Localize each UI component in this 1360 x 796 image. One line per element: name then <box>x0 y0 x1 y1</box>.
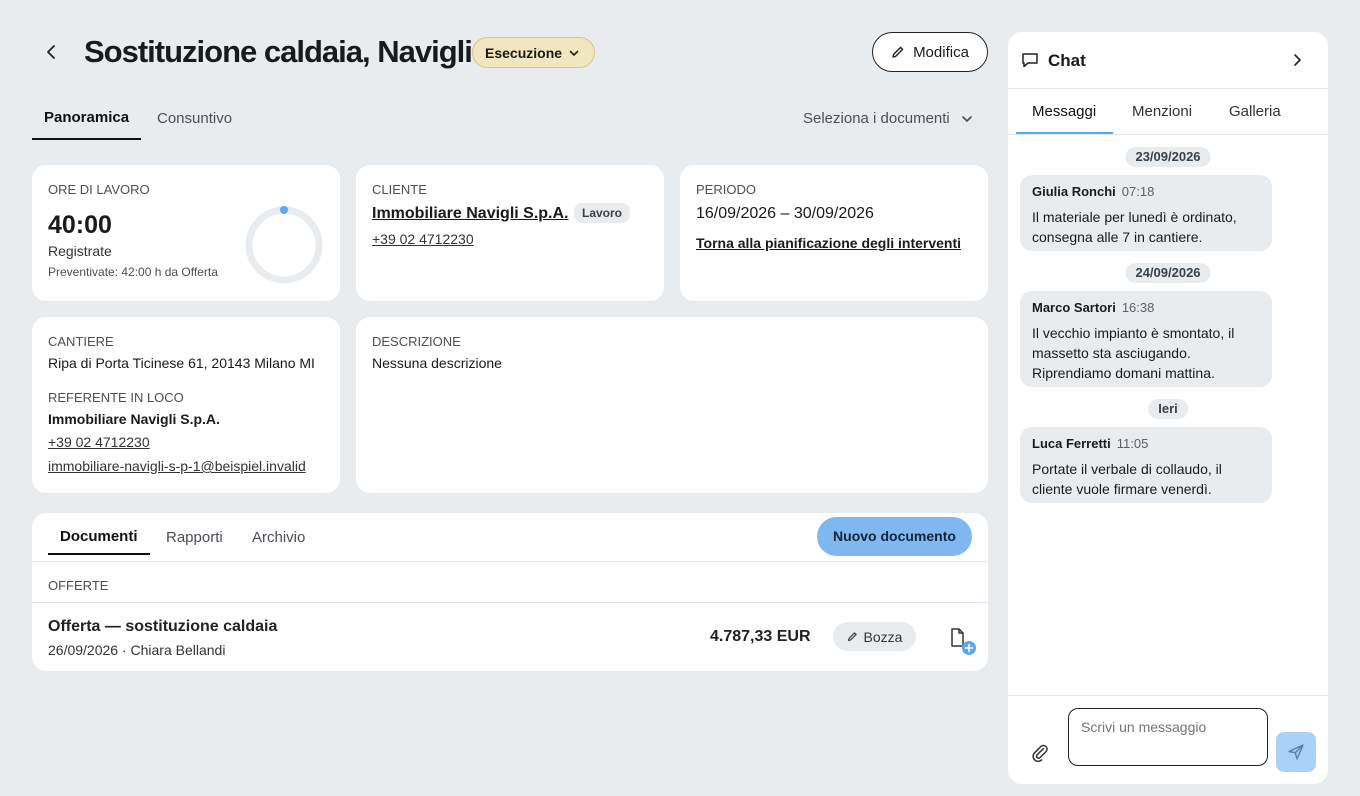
edit-button[interactable]: Modifica <box>872 32 988 72</box>
status-dropdown[interactable]: Esecuzione <box>472 37 595 68</box>
page-title: Sostituzione caldaia, Navigli <box>84 34 473 69</box>
message-time: 07:18 <box>1121 184 1155 199</box>
chat-bubble-icon <box>1022 53 1038 68</box>
work-hours-card: ORE DI LAVORO 40:00 Registrate Preventiv… <box>32 165 340 301</box>
chat-title: Chat <box>1048 51 1086 70</box>
offers-group-label: OFFERTE <box>48 578 109 593</box>
back-button[interactable] <box>40 40 64 64</box>
description-card: DESCRIZIONE Nessuna descrizione <box>356 317 988 493</box>
chevron-right-icon <box>1294 54 1301 66</box>
work-hours-planned: Preventivate: 42:00 h da Offerta <box>48 265 218 279</box>
chevron-left-icon <box>47 45 55 59</box>
client-label: CLIENTE <box>372 182 427 197</box>
send-icon <box>1288 744 1304 760</box>
chat-tab-galleria[interactable]: Galleria <box>1229 103 1281 120</box>
chat-message: Marco Sartori 16:38 Il vecchio impianto è… <box>1020 291 1272 387</box>
edit-label: Modifica <box>913 43 969 61</box>
document-status-badge: Bozza <box>833 622 916 651</box>
status-label: Esecuzione <box>485 44 563 61</box>
divider <box>1008 134 1328 135</box>
work-hours-label: ORE DI LAVORO <box>48 182 150 197</box>
work-hours-registered: Registrate <box>48 243 112 259</box>
tab-consuntivo[interactable]: Consuntivo <box>157 110 232 127</box>
chevron-down-icon <box>569 50 579 56</box>
chat-message: Luca Ferretti 11:05 Portate il verbale di… <box>1020 427 1272 503</box>
date-separator: 23/09/2026 <box>1125 147 1211 167</box>
documents-tab-indicator <box>48 553 150 555</box>
message-input[interactable] <box>1068 708 1268 766</box>
description-text: Nessuna descrizione <box>372 355 502 371</box>
contact-phone-link[interactable]: +39 02 4712230 <box>48 434 150 450</box>
document-meta: 26/09/2026 · Chiara Bellandi <box>48 642 226 658</box>
client-phone-link[interactable]: +39 02 4712230 <box>372 231 474 247</box>
document-status-label: Bozza <box>863 628 903 645</box>
tab-panoramica[interactable]: Panoramica <box>44 109 129 126</box>
document-amount: 4.787,33 EUR <box>710 628 811 645</box>
add-attachment-button[interactable] <box>948 627 978 657</box>
message-text: Il materiale per lunedì è ordinato, cons… <box>1032 209 1237 245</box>
chat-tab-messaggi[interactable]: Messaggi <box>1032 103 1096 120</box>
tab-documenti[interactable]: Documenti <box>60 528 138 545</box>
planning-link[interactable]: Torna alla pianificazione degli interven… <box>696 235 961 251</box>
tab-rapporti[interactable]: Rapporti <box>166 529 223 546</box>
client-type-badge: Lavoro <box>574 203 631 223</box>
chat-tab-menzioni[interactable]: Menzioni <box>1132 103 1192 120</box>
period-label: PERIODO <box>696 182 756 197</box>
message-author: Marco Sartori <box>1032 300 1116 315</box>
date-separator: 24/09/2026 <box>1125 263 1211 283</box>
date-separator: Ieri <box>1148 399 1188 419</box>
work-hours-value: 40:00 <box>48 211 112 239</box>
new-document-button[interactable]: Nuovo documento <box>817 517 972 556</box>
hours-progress-ring <box>245 206 323 284</box>
tab-archivio[interactable]: Archivio <box>252 529 305 546</box>
period-card: PERIODO 16/09/2026 – 30/09/2026 Torna al… <box>680 165 988 301</box>
pencil-icon <box>892 46 904 58</box>
document-row[interactable]: Offerta — sostituzione caldaia 26/09/202… <box>32 603 988 671</box>
period-range: 16/09/2026 – 30/09/2026 <box>696 205 874 222</box>
message-author: Luca Ferretti <box>1032 436 1111 451</box>
paperclip-icon <box>1032 744 1048 762</box>
tab-active-indicator <box>32 138 141 140</box>
contact-email-link[interactable]: immobiliare-navigli-s-p-1@beispiel.inval… <box>48 458 306 474</box>
file-add-icon <box>951 628 976 655</box>
chat-message: Giulia Ronchi 07:18 Il materiale per lune… <box>1020 175 1272 251</box>
divider <box>32 561 988 562</box>
collapse-chat-button[interactable] <box>1287 50 1307 70</box>
hours-progress-marker <box>280 206 288 214</box>
chat-panel: Chat Messaggi Menzioni Galleria 23/09/20… <box>1008 32 1328 784</box>
document-title: Offerta — sostituzione caldaia <box>48 618 278 635</box>
message-text: Il vecchio impianto è smontato, il masse… <box>1032 325 1235 381</box>
document-select[interactable]: Seleziona i documenti <box>803 110 974 127</box>
site-address: Ripa di Porta Ticinese 61, 20143 Milano … <box>48 355 315 371</box>
site-label: CANTIERE <box>48 334 114 349</box>
message-text: Portate il verbale di collaudo, il clien… <box>1032 461 1222 497</box>
client-card: CLIENTE Immobiliare Navigli S.p.A. Lavor… <box>356 165 664 301</box>
message-time: 16:38 <box>1121 300 1155 315</box>
pencil-icon <box>847 632 857 642</box>
contact-name: Immobiliare Navigli S.p.A. <box>48 411 220 427</box>
divider <box>1008 695 1328 696</box>
divider <box>1008 88 1328 89</box>
documents-panel: Documenti Rapporti Archivio Nuovo docume… <box>32 513 988 671</box>
contact-label: REFERENTE IN LOCO <box>48 390 184 405</box>
client-name-link[interactable]: Immobiliare Navigli S.p.A. <box>372 205 569 223</box>
message-author: Giulia Ronchi <box>1032 184 1116 199</box>
document-select-label: Seleziona i documenti <box>803 110 950 127</box>
message-time: 11:05 <box>1116 436 1149 451</box>
site-card: CANTIERE Ripa di Porta Ticinese 61, 2014… <box>32 317 340 493</box>
send-button[interactable] <box>1276 732 1316 772</box>
description-label: DESCRIZIONE <box>372 334 461 349</box>
attach-button[interactable] <box>1030 742 1050 762</box>
chevron-down-icon <box>961 115 972 122</box>
